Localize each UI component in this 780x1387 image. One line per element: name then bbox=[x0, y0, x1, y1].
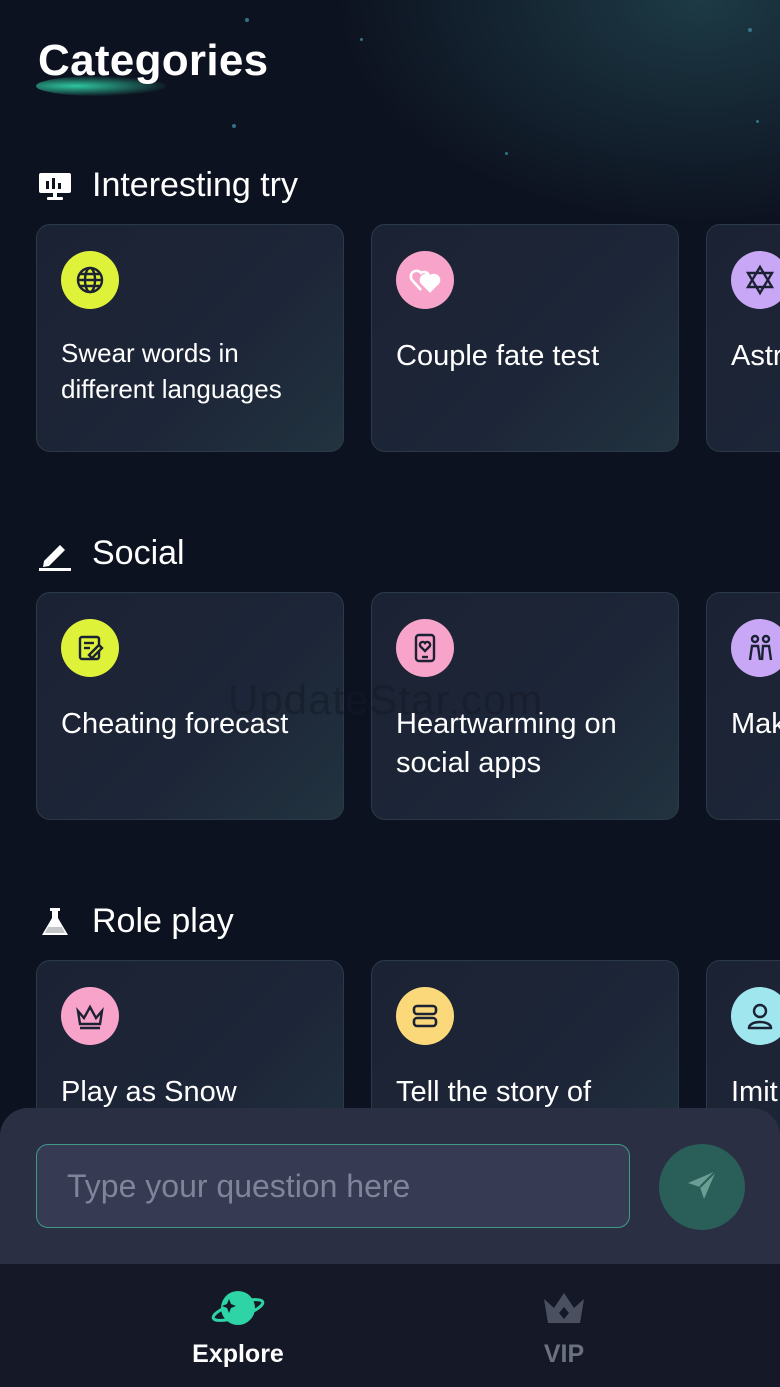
people-icon bbox=[731, 619, 780, 677]
star-dot bbox=[232, 124, 236, 128]
category-card[interactable]: Swear words in different languages bbox=[36, 224, 344, 452]
card-title: Tell the story of bbox=[396, 1076, 592, 1108]
card-title: Imit bbox=[731, 1076, 778, 1108]
page-title: Categories bbox=[38, 36, 269, 85]
section-header-social: Social bbox=[38, 534, 185, 573]
card-title: Play as Snow bbox=[61, 1076, 237, 1108]
section-title: Social bbox=[92, 534, 185, 572]
crown-icon bbox=[464, 1282, 664, 1334]
card-title: Astr bbox=[731, 340, 780, 372]
star-of-david-icon bbox=[731, 251, 780, 309]
flask-icon bbox=[38, 905, 72, 939]
question-input[interactable] bbox=[36, 1144, 630, 1228]
section-header-interesting-try: Interesting try bbox=[38, 166, 298, 205]
star-dot bbox=[245, 18, 249, 22]
hearts-icon bbox=[396, 251, 454, 309]
send-button[interactable] bbox=[659, 1144, 745, 1230]
nav-label: VIP bbox=[543, 1340, 585, 1368]
note-edit-icon bbox=[61, 619, 119, 677]
section-title: Role play bbox=[92, 902, 234, 940]
planet-icon bbox=[138, 1282, 338, 1334]
watermark: UpdateStar.com bbox=[228, 676, 544, 723]
globe-icon bbox=[61, 251, 119, 309]
section-title: Interesting try bbox=[92, 166, 298, 204]
send-icon bbox=[684, 1167, 720, 1208]
nav-label: Explore bbox=[192, 1340, 284, 1368]
question-input-panel bbox=[0, 1108, 780, 1268]
category-card[interactable]: Mak hap bbox=[706, 592, 780, 820]
section-header-role-play: Role play bbox=[38, 902, 234, 941]
phone-heart-icon bbox=[396, 619, 454, 677]
star-dot bbox=[505, 152, 508, 155]
stack-icon bbox=[396, 987, 454, 1045]
presentation-chart-icon bbox=[38, 169, 72, 203]
category-card[interactable]: Couple fate test bbox=[371, 224, 679, 452]
card-row-interesting-try: Swear words in different languages Coupl… bbox=[0, 224, 780, 456]
star-dot bbox=[360, 38, 363, 41]
star-dot bbox=[756, 120, 759, 123]
card-title: Mak hap bbox=[731, 708, 780, 740]
card-title: Swear words in different languages bbox=[61, 338, 282, 404]
crown-icon bbox=[61, 987, 119, 1045]
star-dot bbox=[748, 28, 752, 32]
pencil-icon bbox=[38, 537, 72, 571]
nav-item-vip[interactable]: VIP bbox=[464, 1282, 664, 1369]
category-card[interactable]: Astr bbox=[706, 224, 780, 452]
nav-item-explore[interactable]: Explore bbox=[138, 1282, 338, 1369]
person-icon bbox=[731, 987, 780, 1045]
bottom-nav: Explore VIP bbox=[0, 1264, 780, 1387]
card-title: Couple fate test bbox=[396, 340, 600, 372]
